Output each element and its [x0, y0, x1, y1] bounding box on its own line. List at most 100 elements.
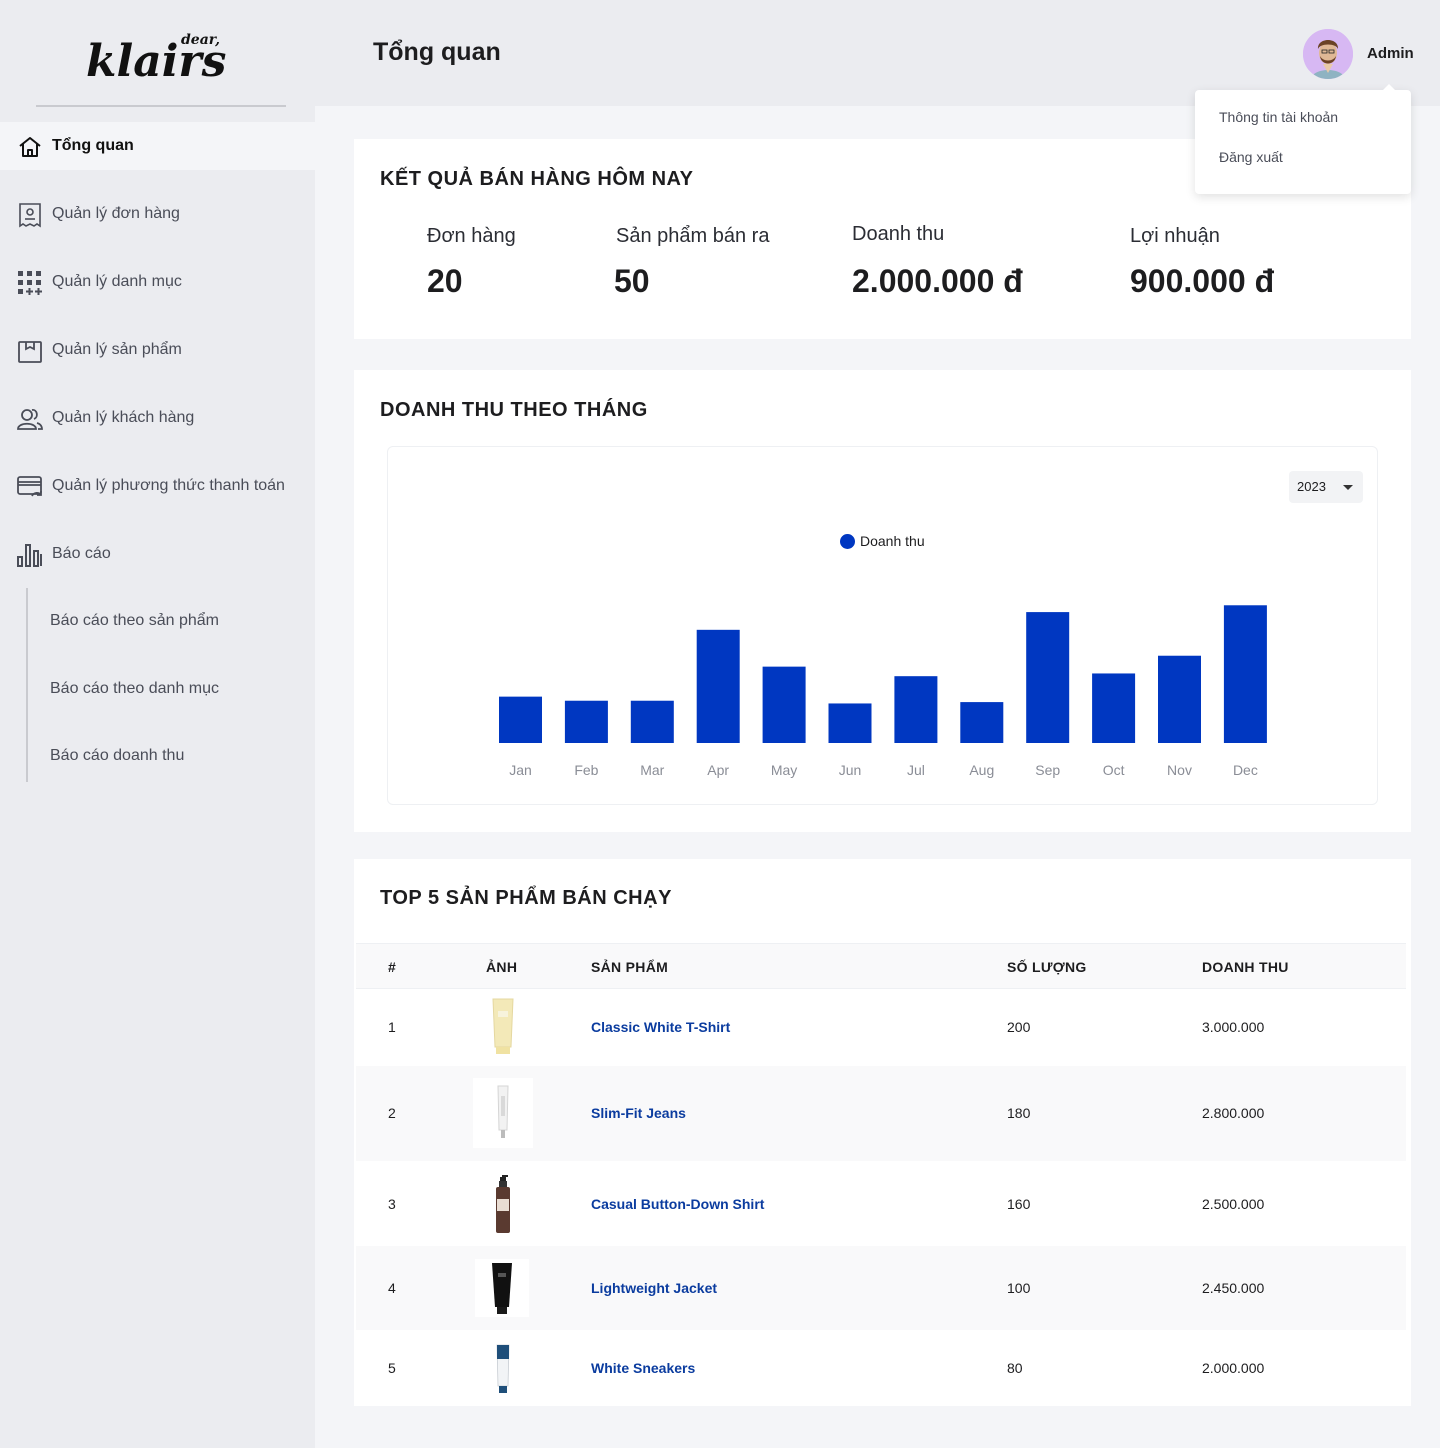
bar-apr[interactable]: [696, 629, 740, 743]
x-tick-label: Jun: [839, 762, 862, 778]
users-icon: [17, 409, 43, 430]
sidebar-item-label: Báo cáo: [52, 545, 111, 562]
stat-products-sold-label: Sản phẩm bán ra: [616, 225, 770, 247]
cell-rank: 2: [388, 1105, 396, 1121]
bar-jul[interactable]: [894, 676, 938, 743]
bar-feb[interactable]: [564, 700, 608, 743]
x-tick-label: Sep: [1035, 762, 1060, 778]
sidebar-item-label: Quản lý khách hàng: [52, 409, 195, 426]
sidebar-subitem-revenue-report[interactable]: Báo cáo doanh thu: [50, 747, 184, 765]
box-icon: [18, 341, 42, 363]
logo-dear: dear,: [181, 32, 220, 48]
product-thumbnail-image: [481, 1175, 525, 1237]
bar-nov[interactable]: [1158, 655, 1201, 743]
stat-profit-label: Lợi nhuận: [1130, 225, 1220, 247]
cell-rank: 3: [388, 1196, 396, 1212]
cell-rank: 1: [388, 1019, 396, 1035]
menu-item-logout[interactable]: Đăng xuất: [1219, 149, 1283, 165]
product-thumbnail-image: [486, 1342, 520, 1396]
x-tick-label: Aug: [969, 762, 994, 778]
receipt-icon: [19, 203, 41, 228]
x-tick-label: Jul: [907, 762, 925, 778]
product-thumbnail-image: [473, 1078, 533, 1148]
cell-rank: 4: [388, 1280, 396, 1296]
stat-revenue-label: Doanh thu: [852, 223, 945, 245]
avatar-portrait-icon: [1303, 29, 1353, 79]
cell-revenue: 2.800.000: [1202, 1105, 1265, 1121]
chart-container: 2023 Doanh thu Jan Feb Mar Apr May Jun Jul Aug S…: [387, 446, 1378, 805]
cell-quantity: 160: [1007, 1196, 1031, 1212]
stat-profit-value: 900.000 đ: [1130, 263, 1275, 299]
sidebar-item-label: Quản lý sản phẩm: [52, 341, 182, 358]
table-row[interactable]: 4 Lightweight Jacket 100 2.450.000: [356, 1246, 1406, 1330]
sidebar-item-overview[interactable]: Tổng quan: [0, 122, 315, 170]
section-title: DOANH THU THEO THÁNG: [380, 399, 648, 421]
sidebar-item-orders[interactable]: Quản lý đơn hàng: [0, 190, 315, 238]
sidebar-item-label: Tổng quan: [52, 137, 134, 154]
table-row[interactable]: 3 Casual Button-Down Shirt 160 2.500.000: [356, 1161, 1406, 1246]
bar-aug[interactable]: [960, 702, 1004, 743]
sidebar-item-label: Quản lý phương thức thanh toán: [52, 477, 285, 494]
column-header-revenue: DOANH THU: [1202, 959, 1289, 975]
table-row[interactable]: 2 Slim-Fit Jeans 180 2.800.000: [356, 1066, 1406, 1161]
bar-chart-icon: [17, 544, 42, 567]
sidebar-item-label: Quản lý đơn hàng: [52, 205, 180, 222]
bar-sep[interactable]: [1026, 612, 1070, 743]
cell-revenue: 2.500.000: [1202, 1196, 1265, 1212]
bar-jun[interactable]: [828, 703, 872, 743]
stat-products-sold-value: 50: [614, 263, 650, 299]
sidebar-subitem-product-report[interactable]: Báo cáo theo sản phẩm: [50, 612, 219, 630]
bar-oct[interactable]: [1092, 673, 1136, 743]
product-link[interactable]: White Sneakers: [591, 1360, 695, 1376]
bar-jan[interactable]: [499, 696, 542, 743]
menu-item-account-info[interactable]: Thông tin tài khoản: [1219, 109, 1338, 125]
avatar[interactable]: [1303, 29, 1353, 79]
product-thumbnail-image: [475, 1259, 529, 1317]
product-link[interactable]: Slim-Fit Jeans: [591, 1105, 686, 1121]
x-tick-label: Mar: [640, 762, 664, 778]
product-thumbnail-image: [478, 997, 528, 1057]
product-link[interactable]: Lightweight Jacket: [591, 1280, 717, 1296]
product-link[interactable]: Casual Button-Down Shirt: [591, 1196, 764, 1212]
card-icon: [17, 476, 42, 497]
sidebar-item-customers[interactable]: Quản lý khách hàng: [0, 394, 315, 442]
sidebar-item-payment-methods[interactable]: Quản lý phương thức thanh toán: [0, 462, 315, 510]
column-header-quantity: SỐ LƯỢNG: [1007, 959, 1087, 975]
sidebar-item-label: Quản lý danh mục: [52, 273, 182, 290]
page-title: Tổng quan: [373, 38, 501, 66]
bar-mar[interactable]: [630, 700, 674, 743]
user-dropdown-menu: Thông tin tài khoản Đăng xuất: [1195, 90, 1411, 194]
sidebar-item-reports[interactable]: Báo cáo: [0, 530, 315, 578]
sidebar-item-products[interactable]: Quản lý sản phẩm: [0, 326, 315, 374]
x-tick-label: May: [771, 762, 797, 778]
home-icon: [19, 137, 41, 157]
product-link[interactable]: Classic White T-Shirt: [591, 1019, 730, 1035]
x-tick-label: Jan: [509, 762, 532, 778]
sidebar-item-categories[interactable]: Quản lý danh mục: [0, 258, 315, 306]
x-tick-label: Feb: [574, 762, 598, 778]
grid-icon: [18, 271, 42, 295]
cell-quantity: 200: [1007, 1019, 1031, 1035]
bar-may[interactable]: [762, 666, 806, 743]
cell-revenue: 3.000.000: [1202, 1019, 1265, 1035]
cell-revenue: 2.450.000: [1202, 1280, 1265, 1296]
column-header-rank: #: [388, 959, 397, 975]
sidebar: klairs dear, Tổng quan Quản lý đơn hàng …: [0, 0, 315, 1448]
table-header: # ẢNH SẢN PHẨM SỐ LƯỢNG DOANH THU: [356, 943, 1406, 989]
user-name[interactable]: Admin: [1367, 45, 1414, 62]
dropdown-arrow: [1381, 84, 1397, 92]
brand-logo[interactable]: klairs dear,: [0, 0, 315, 106]
table-row[interactable]: 1 Classic White T-Shirt 200 3.000.000: [356, 989, 1406, 1066]
logo-divider: [36, 105, 286, 107]
sidebar-subitem-category-report[interactable]: Báo cáo theo danh mục: [50, 680, 219, 698]
submenu-divider: [26, 588, 28, 782]
bar-dec[interactable]: [1223, 605, 1267, 743]
section-title: KẾT QUẢ BÁN HÀNG HÔM NAY: [380, 168, 694, 190]
cell-quantity: 180: [1007, 1105, 1031, 1121]
cell-rank: 5: [388, 1360, 396, 1376]
top-products-card: TOP 5 SẢN PHẨM BÁN CHẠY # ẢNH SẢN PHẨM S…: [354, 859, 1411, 1406]
table-row[interactable]: 5 White Sneakers 80 2.000.000: [356, 1330, 1406, 1406]
stat-orders-value: 20: [427, 263, 463, 299]
x-tick-label: Apr: [707, 762, 729, 778]
cell-quantity: 80: [1007, 1360, 1023, 1376]
